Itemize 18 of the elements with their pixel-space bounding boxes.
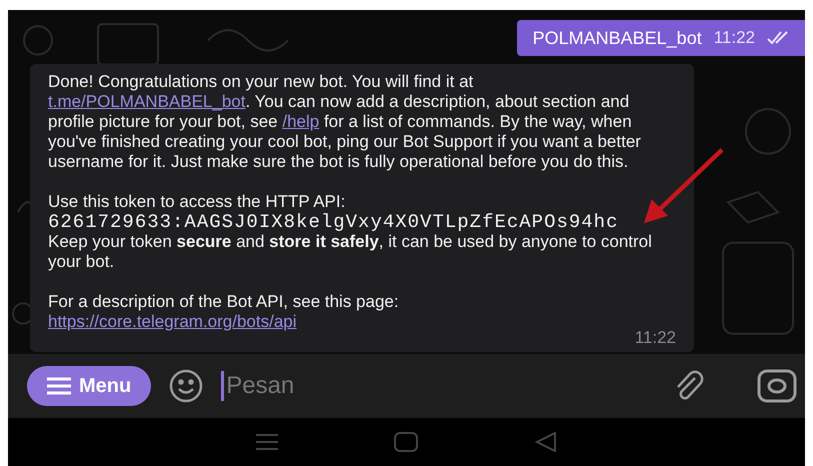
token-text: 6261729633:AAGSJ0IX8kelgVxy4X0VTLpZfEcAPOs94hc — [48, 212, 620, 232]
message-text: Keep your token secure and store it safely, it can be used by anyone to control your bot. — [48, 232, 653, 272]
smiley-icon — [169, 369, 204, 403]
message-input-field[interactable]: Pesan — [221, 371, 621, 401]
message-time: 11:22 — [714, 28, 755, 48]
menu-button[interactable]: Menu — [27, 366, 152, 406]
emoji-button[interactable] — [169, 369, 204, 403]
camera-icon — [757, 369, 797, 403]
link[interactable]: t.me/POLMANBABEL_bot — [48, 92, 246, 111]
message-text: POLMANBABEL_bot — [532, 28, 702, 48]
message-text: Done! Congratulations on your new bot. You will find it at t.me/POLMANBABEL_bot. You can now add a description, about section and profile picture for your bot, see /help for a list of commands. By the way, when you've finished creating your cool bot, ping our Bot Support if you want a better username for it. Just make sure the bot is fully operational before you do this. — [48, 72, 642, 172]
link[interactable]: https://core.telegram.org/bots/api — [48, 312, 297, 331]
menu-icon — [47, 377, 71, 395]
message-time: 11:22 — [634, 328, 676, 348]
link[interactable]: /help — [282, 112, 320, 131]
message-text: For a description of the Bot API, see this page: — [48, 292, 400, 312]
camera-button[interactable] — [757, 369, 797, 403]
message-text: Use this token to access the HTTP API: — [48, 192, 346, 212]
